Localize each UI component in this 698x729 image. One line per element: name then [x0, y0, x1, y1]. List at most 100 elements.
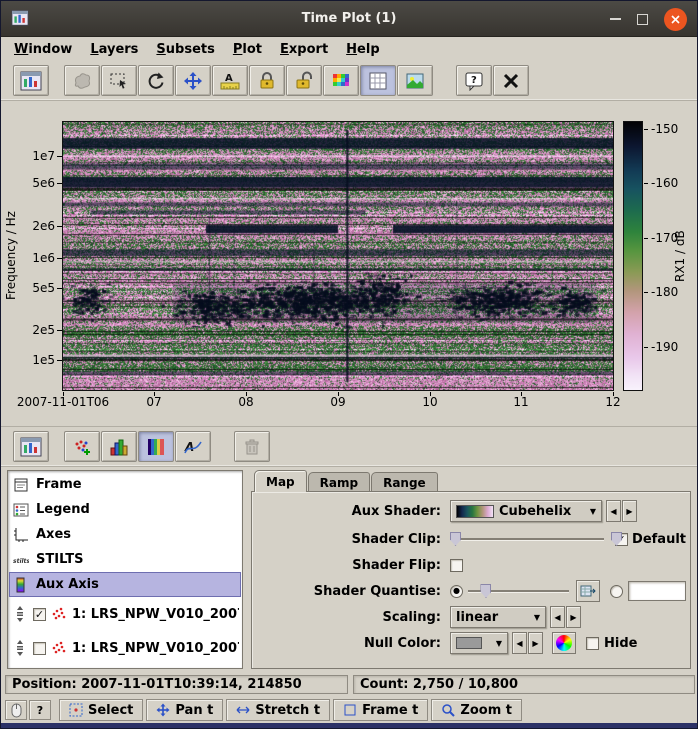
stretch-t-mode-button[interactable]: Stretch t — [226, 699, 330, 721]
new-plot-window-button[interactable] — [13, 65, 49, 96]
lock-axes-button[interactable] — [249, 65, 285, 96]
reorder-updown-icon[interactable] — [11, 604, 29, 624]
shader-flip-checkbox[interactable] — [450, 559, 463, 572]
add-histogram-layer-button[interactable] — [101, 431, 137, 462]
select-region-button[interactable] — [101, 65, 137, 96]
y-tick: 2e5 — [7, 323, 55, 337]
position-readout: Position: 2007-11-01T10:39:14, 214850 — [5, 675, 348, 694]
menu-subsets[interactable]: Subsets — [147, 39, 223, 60]
quantise-handle[interactable] — [480, 584, 491, 598]
color-picker-button[interactable] — [552, 632, 576, 654]
quantise-value-field[interactable] — [628, 581, 686, 601]
quantise-value-radio[interactable] — [610, 585, 623, 598]
y-tick: 1e7 — [7, 149, 55, 163]
chevron-down-icon: ▼ — [496, 639, 502, 648]
y-tick: 1e5 — [7, 353, 55, 367]
scaling-select[interactable]: linear ▼ — [450, 606, 546, 628]
close-window-button[interactable] — [493, 65, 529, 96]
tab-range[interactable]: Range — [371, 472, 438, 492]
quantise-slider[interactable] — [468, 583, 569, 599]
stack-item-stilts[interactable]: stilts STILTS — [9, 547, 241, 572]
layer-row-2[interactable]: 1: LRS_NPW_V010_2007 — [9, 631, 241, 665]
subset-blob-button[interactable] — [64, 65, 100, 96]
layer-label: 1: LRS_NPW_V010_2007 — [72, 607, 239, 622]
delete-layer-button[interactable] — [234, 431, 270, 462]
clip-low-handle[interactable] — [450, 532, 461, 546]
scaling-value: linear — [456, 610, 498, 625]
menu-export[interactable]: Export — [271, 39, 337, 60]
add-function-layer-button[interactable]: A — [175, 431, 211, 462]
null-color-prev-button[interactable]: ◀ — [512, 632, 527, 654]
minimize-icon[interactable] — [610, 18, 621, 20]
title-bar[interactable]: Time Plot (1) — [1, 1, 697, 37]
grid-toggle-button[interactable] — [360, 65, 396, 96]
axis-measure-button[interactable]: A — [212, 65, 248, 96]
new-plot-window-button-2[interactable] — [13, 431, 49, 462]
status-bar: Position: 2007-11-01T10:39:14, 214850 Co… — [1, 673, 697, 697]
menu-layers[interactable]: Layers — [81, 39, 147, 60]
scaling-next-button[interactable]: ▶ — [566, 606, 581, 628]
y-tick: 2e6 — [7, 219, 55, 233]
zoom-t-mode-button[interactable]: Zoom t — [431, 699, 522, 721]
svg-text:?: ? — [471, 75, 477, 86]
legend-icon — [12, 502, 30, 518]
shader-flip-row: Shader Flip: — [256, 553, 686, 577]
tab-ramp[interactable]: Ramp — [308, 472, 370, 492]
menu-plot[interactable]: Plot — [224, 39, 271, 60]
aux-shader-row: Aux Shader: Cubehelix ▼ ◀ ▶ — [256, 499, 686, 523]
svg-text:stilts: stilts — [13, 558, 29, 565]
null-color-next-button[interactable]: ▶ — [528, 632, 543, 654]
tab-map[interactable]: Map — [254, 470, 307, 492]
stack-item-legend[interactable]: Legend — [9, 497, 241, 522]
pan-t-mode-button[interactable]: Pan t — [146, 699, 223, 721]
layer-visibility-checkbox[interactable]: ✓ — [33, 608, 46, 621]
spectrogram-plot[interactable] — [62, 121, 614, 391]
add-scatter-layer-button[interactable] — [64, 431, 100, 462]
export-image-button[interactable] — [397, 65, 433, 96]
layer-row-1[interactable]: ✓ 1: LRS_NPW_V010_2007 — [9, 597, 241, 631]
svg-text:A: A — [225, 73, 233, 84]
shader-next-button[interactable]: ▶ — [622, 500, 637, 522]
menu-help[interactable]: Help — [337, 39, 388, 60]
help-button[interactable]: ? — [456, 65, 492, 96]
x-tick: 2007-11-01T06 — [17, 395, 109, 409]
spectrogram-canvas[interactable] — [63, 122, 613, 390]
pan-button[interactable] — [175, 65, 211, 96]
lock-frame-button[interactable] — [286, 65, 322, 96]
default-label: Default — [632, 532, 686, 547]
scaling-prev-button[interactable]: ◀ — [550, 606, 565, 628]
aux-shader-select[interactable]: Cubehelix ▼ — [450, 500, 602, 522]
aux-shader-button[interactable] — [323, 65, 359, 96]
plot-panel: Frequency / Hz 1e7 5e6 2e6 1e6 5e5 2e5 1… — [1, 101, 697, 427]
quantise-slider-radio[interactable]: ● — [450, 585, 463, 598]
null-color-select[interactable]: ▼ — [450, 632, 508, 654]
quantise-submit-button[interactable] — [576, 580, 600, 602]
time-plot-window: Time Plot (1) Window Layers Subsets Plot… — [0, 0, 698, 729]
scatter-marks-icon — [50, 606, 68, 622]
stretch-icon — [236, 703, 250, 717]
menu-window[interactable]: Window — [5, 39, 81, 60]
stack-item-aux-axis[interactable]: Aux Axis — [9, 572, 241, 597]
menu-bar: Window Layers Subsets Plot Export Help — [1, 37, 697, 61]
mouse-help-button[interactable] — [5, 700, 27, 720]
chevron-down-icon: ▼ — [590, 507, 596, 516]
select-mode-button[interactable]: Select — [59, 699, 143, 721]
stack-item-frame[interactable]: Frame — [9, 472, 241, 497]
maximize-icon[interactable] — [637, 14, 648, 25]
shader-clip-slider[interactable] — [450, 531, 604, 547]
close-icon[interactable] — [664, 8, 687, 31]
main-toolbar: A ? — [1, 61, 697, 101]
hide-label: Hide — [604, 636, 637, 651]
shader-quantise-label: Shader Quantise: — [256, 584, 450, 599]
replot-button[interactable] — [138, 65, 174, 96]
y-tick: 1e6 — [7, 251, 55, 265]
hide-checkbox[interactable] — [586, 637, 599, 650]
reorder-updown-icon[interactable] — [11, 638, 29, 658]
stack-item-axes[interactable]: Axes — [9, 522, 241, 547]
y-tick: 5e6 — [7, 176, 55, 190]
shader-prev-button[interactable]: ◀ — [606, 500, 621, 522]
layer-visibility-checkbox[interactable] — [33, 642, 46, 655]
nav-help-button[interactable]: ? — [29, 700, 51, 720]
add-spectrogram-layer-button[interactable] — [138, 431, 174, 462]
frame-t-mode-button[interactable]: Frame t — [333, 699, 428, 721]
